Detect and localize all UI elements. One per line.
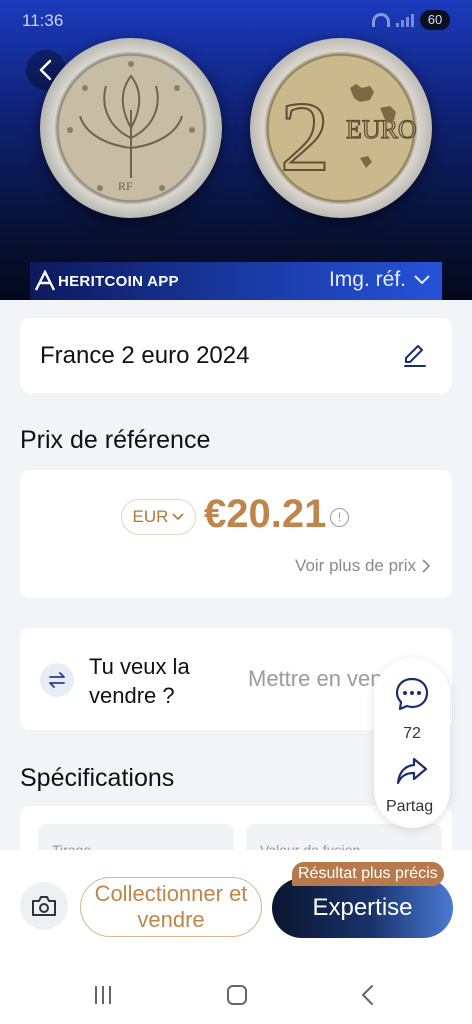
share-arrow-icon <box>396 757 428 785</box>
signal-icon <box>396 13 414 27</box>
nav-back-icon[interactable] <box>360 984 374 1011</box>
comments-count: 72 <box>403 725 421 742</box>
svg-text:2: 2 <box>280 81 330 192</box>
share-label: Partag <box>386 798 434 815</box>
reference-price-value: €20.21 <box>204 492 327 536</box>
svg-text:RF: RF <box>118 179 133 193</box>
chevron-down-icon <box>172 513 185 521</box>
chevron-right-icon <box>422 559 430 573</box>
reference-price-card: EUR €20.21 ! Voir plus de prix <box>20 470 452 598</box>
reference-price-heading: Prix de référence <box>20 426 211 454</box>
heritcoin-logo-icon <box>34 270 56 291</box>
status-icons: 60 <box>372 10 450 30</box>
sell-question: Tu veux la vendre ? <box>89 654 190 708</box>
specifications-heading: Spécifications <box>20 764 175 792</box>
more-precise-badge: Résultat plus précis <box>292 862 444 886</box>
coin-title: France 2 euro 2024 <box>40 342 250 369</box>
share-button[interactable] <box>396 755 428 792</box>
coin-title-card: France 2 euro 2024 <box>20 318 452 393</box>
wifi-icon <box>372 13 390 27</box>
coin-hero: 11:36 60 RF 2 EURO HERITCOIN APP Img. ré… <box>0 0 472 300</box>
coin-obverse-image[interactable]: RF <box>40 38 222 218</box>
comments-button[interactable] <box>394 676 430 717</box>
camera-button[interactable] <box>20 882 68 930</box>
bottom-action-bar: Collectionner et vendre Expertise Résult… <box>0 850 472 960</box>
status-time: 11:36 <box>22 11 64 30</box>
brand-logo: HERITCOIN APP <box>34 270 179 292</box>
info-icon[interactable]: ! <box>330 508 349 527</box>
camera-icon <box>32 896 56 916</box>
system-nav-bar <box>0 960 472 1024</box>
tree-design-icon: RF <box>67 61 195 193</box>
floating-action-panel: 72 Partag <box>374 658 450 828</box>
collect-and-sell-button[interactable]: Collectionner et vendre <box>80 877 262 937</box>
edit-button[interactable] <box>402 342 428 373</box>
chevron-down-icon <box>414 275 430 285</box>
image-reference-dropdown[interactable]: Img. réf. <box>329 268 430 292</box>
swap-icon <box>40 663 74 697</box>
pencil-icon <box>404 345 426 367</box>
image-reference-label: Img. réf. <box>328 268 406 291</box>
battery-icon: 60 <box>420 10 450 30</box>
home-icon[interactable] <box>227 985 247 1005</box>
currency-selector[interactable]: EUR <box>121 499 196 535</box>
expertise-button[interactable]: Expertise <box>272 878 453 938</box>
svg-text:EURO: EURO <box>346 115 417 144</box>
recent-apps-icon[interactable] <box>95 986 111 1004</box>
euro-reverse-design-icon: 2 EURO <box>279 80 417 193</box>
comment-bubble-icon <box>395 677 429 711</box>
see-more-prices-label: Voir plus de prix <box>295 556 416 575</box>
brand-bar: HERITCOIN APP Img. réf. <box>30 262 442 300</box>
currency-label: EUR <box>132 507 169 526</box>
see-more-prices-link[interactable]: Voir plus de prix <box>295 556 430 576</box>
coin-reverse-image[interactable]: 2 EURO <box>250 38 432 218</box>
brand-name: HERITCOIN APP <box>58 272 179 290</box>
